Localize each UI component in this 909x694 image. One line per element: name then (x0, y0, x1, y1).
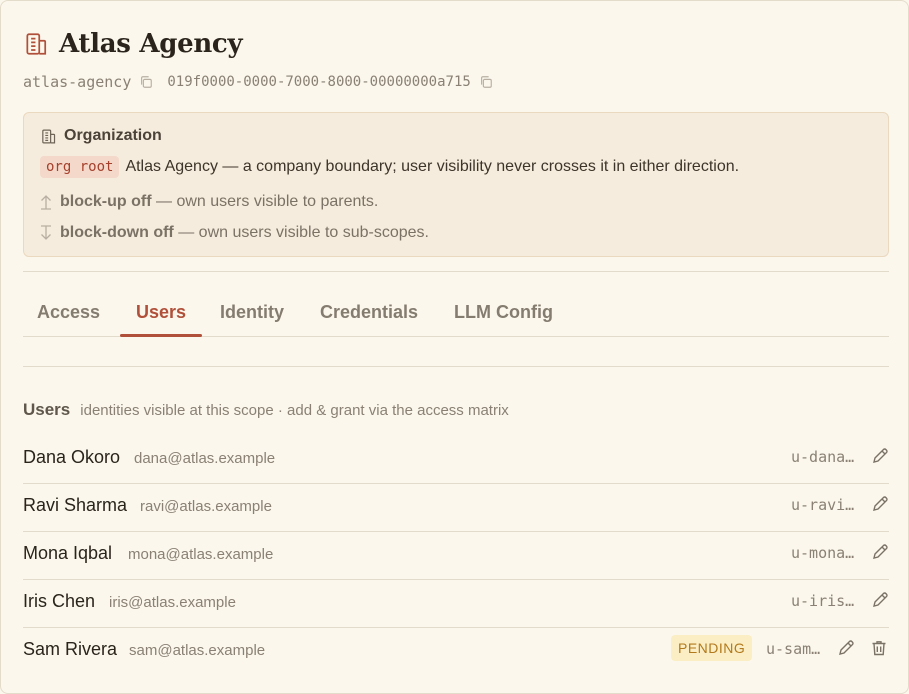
pencil-icon[interactable] (871, 447, 889, 465)
organization-info-box: Organization org root Atlas Agency — a c… (23, 112, 889, 257)
block-up-flag: block-up off — own users visible to pare… (40, 193, 378, 211)
building-icon (26, 33, 47, 55)
tab-bar: Access Users Identity Credentials LLM Co… (23, 292, 889, 337)
user-id: u-ravi… (791, 496, 855, 514)
user-row[interactable]: Iris Chen iris@atlas.example u-iris… (23, 579, 889, 628)
scope-slug: atlas-agency (23, 73, 132, 91)
active-tab-indicator (120, 334, 202, 337)
user-name: Mona Iqbal (23, 543, 113, 563)
user-email: iris@atlas.example (109, 594, 236, 611)
pencil-icon[interactable] (871, 591, 889, 609)
tab-credentials[interactable]: Credentials (320, 302, 418, 323)
user-email: dana@atlas.example (134, 450, 276, 467)
user-row[interactable]: Ravi Sharma ravi@atlas.example u-ravi… (23, 483, 889, 532)
user-email: ravi@atlas.example (140, 498, 272, 515)
pencil-icon[interactable] (871, 495, 889, 513)
block-up-label: block-up off (60, 193, 152, 210)
organization-heading: Organization (40, 127, 162, 145)
arrow-down-icon (41, 225, 51, 240)
scope-uuid: 019f0000-0000-7000-8000-00000000a715 (167, 74, 471, 90)
tab-identity[interactable]: Identity (220, 302, 284, 323)
pencil-icon[interactable] (837, 639, 855, 657)
user-row[interactable]: Sam Rivera sam@atlas.example PENDING u-s… (23, 627, 889, 675)
user-id: u-mona… (791, 544, 855, 562)
org-root-pill: org root (40, 156, 120, 178)
scope-identifiers: atlas-agency 019f0000-0000-7000-8000-000… (23, 73, 493, 91)
divider (23, 366, 889, 367)
block-down-flag: block-down off — own users visible to su… (40, 224, 429, 242)
title-row: Atlas Agency (23, 29, 243, 59)
tab-users[interactable]: Users (136, 302, 186, 323)
user-name: Dana Okoro (23, 447, 121, 467)
tab-access[interactable]: Access (37, 302, 100, 323)
user-id: u-iris… (791, 592, 855, 610)
pending-badge: PENDING (671, 635, 753, 661)
users-section-title: Users (23, 400, 71, 419)
pencil-icon[interactable] (871, 543, 889, 561)
block-up-text: — own users visible to parents. (156, 193, 379, 210)
user-id: u-dana… (791, 448, 855, 466)
organization-heading-label: Organization (64, 127, 162, 144)
building-icon (42, 129, 56, 143)
arrow-up-icon (41, 195, 51, 210)
copy-icon[interactable] (139, 75, 153, 89)
users-section-subtitle: identities visible at this scope · add &… (80, 402, 509, 419)
user-name: Iris Chen (23, 591, 96, 611)
page-title: Atlas Agency (59, 29, 243, 59)
user-row[interactable]: Mona Iqbal mona@atlas.example u-mona… (23, 531, 889, 580)
users-section-header: Users identities visible at this scope ·… (23, 400, 509, 420)
user-name: Sam Rivera (23, 639, 118, 659)
user-email: mona@atlas.example (128, 546, 274, 563)
block-down-label: block-down off (60, 224, 174, 241)
scope-panel: Atlas Agency atlas-agency 019f0000-0000-… (0, 0, 909, 694)
user-row[interactable]: Dana Okoro dana@atlas.example u-dana… (23, 435, 889, 484)
copy-icon[interactable] (479, 75, 493, 89)
user-name: Ravi Sharma (23, 495, 128, 515)
organization-description-text: Atlas Agency — a company boundary; user … (125, 158, 740, 175)
user-email: sam@atlas.example (129, 642, 266, 659)
organization-description: org root Atlas Agency — a company bounda… (40, 156, 739, 178)
trash-icon[interactable] (870, 639, 888, 657)
tab-llm-config[interactable]: LLM Config (454, 302, 553, 323)
user-id: u-sam… (766, 640, 821, 658)
block-down-text: — own users visible to sub-scopes. (178, 224, 429, 241)
divider (23, 271, 889, 272)
